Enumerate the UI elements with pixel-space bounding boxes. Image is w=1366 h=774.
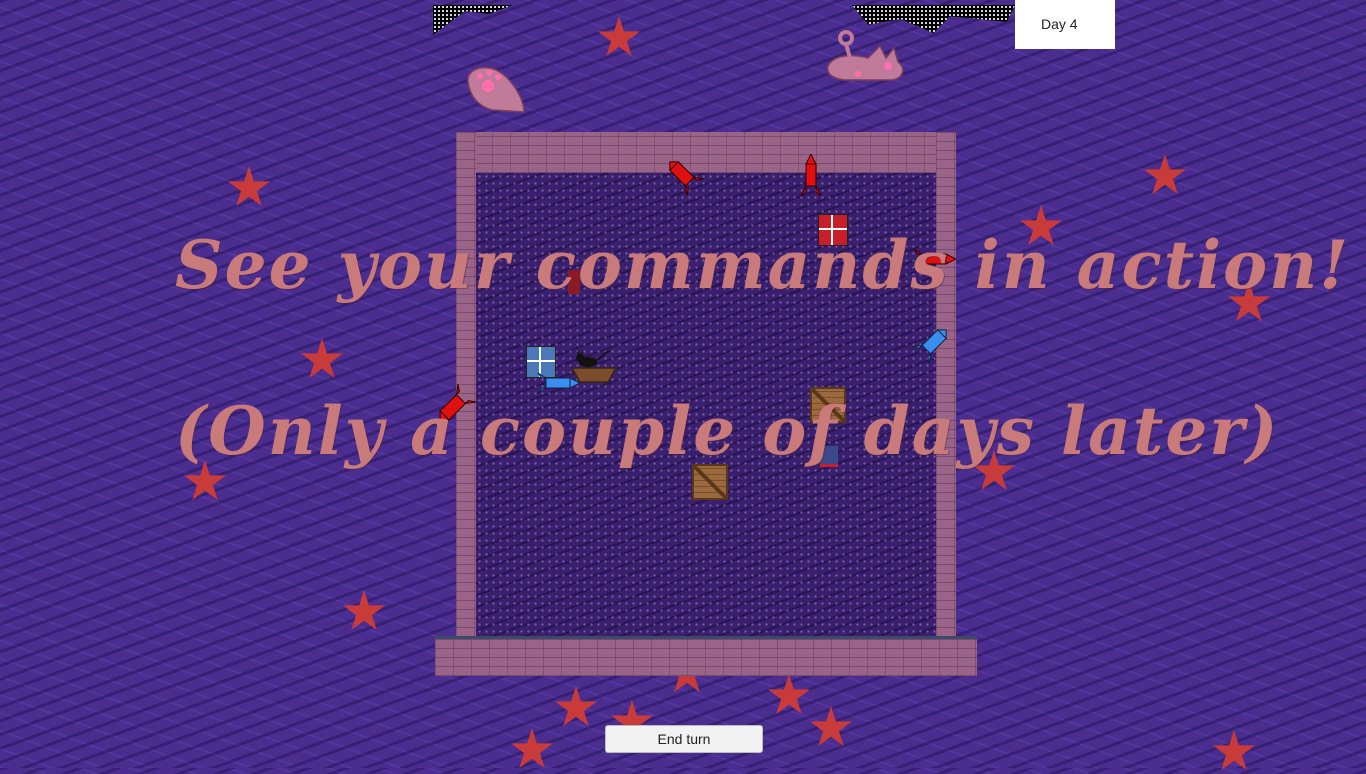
arena-wall-right bbox=[936, 132, 956, 637]
star-icon bbox=[1143, 154, 1187, 195]
arena-wall-top bbox=[456, 132, 956, 173]
star-icon bbox=[809, 706, 853, 747]
space-blot-left bbox=[433, 5, 513, 35]
day-counter: Day 4 bbox=[1015, 0, 1115, 49]
star-icon bbox=[1212, 730, 1256, 771]
star-icon bbox=[300, 338, 344, 379]
star-icon bbox=[554, 686, 598, 727]
paw-icon bbox=[467, 66, 525, 113]
star-icon bbox=[767, 674, 811, 715]
blue-rocket-icon bbox=[912, 329, 947, 364]
star-icon bbox=[510, 728, 554, 769]
star-icon bbox=[597, 16, 641, 57]
cat-creature-icon bbox=[826, 30, 904, 81]
star-icon bbox=[227, 166, 271, 207]
caption-line-2: (Only a couple of days later) bbox=[175, 392, 1280, 470]
end-turn-button[interactable]: End turn bbox=[605, 725, 763, 753]
star-icon bbox=[342, 590, 386, 631]
arena-wall-bottom bbox=[435, 636, 977, 676]
caption-line-1: See your commands in action! bbox=[175, 226, 1351, 304]
red-rocket-icon bbox=[669, 161, 704, 196]
red-rocket-icon bbox=[800, 154, 822, 197]
